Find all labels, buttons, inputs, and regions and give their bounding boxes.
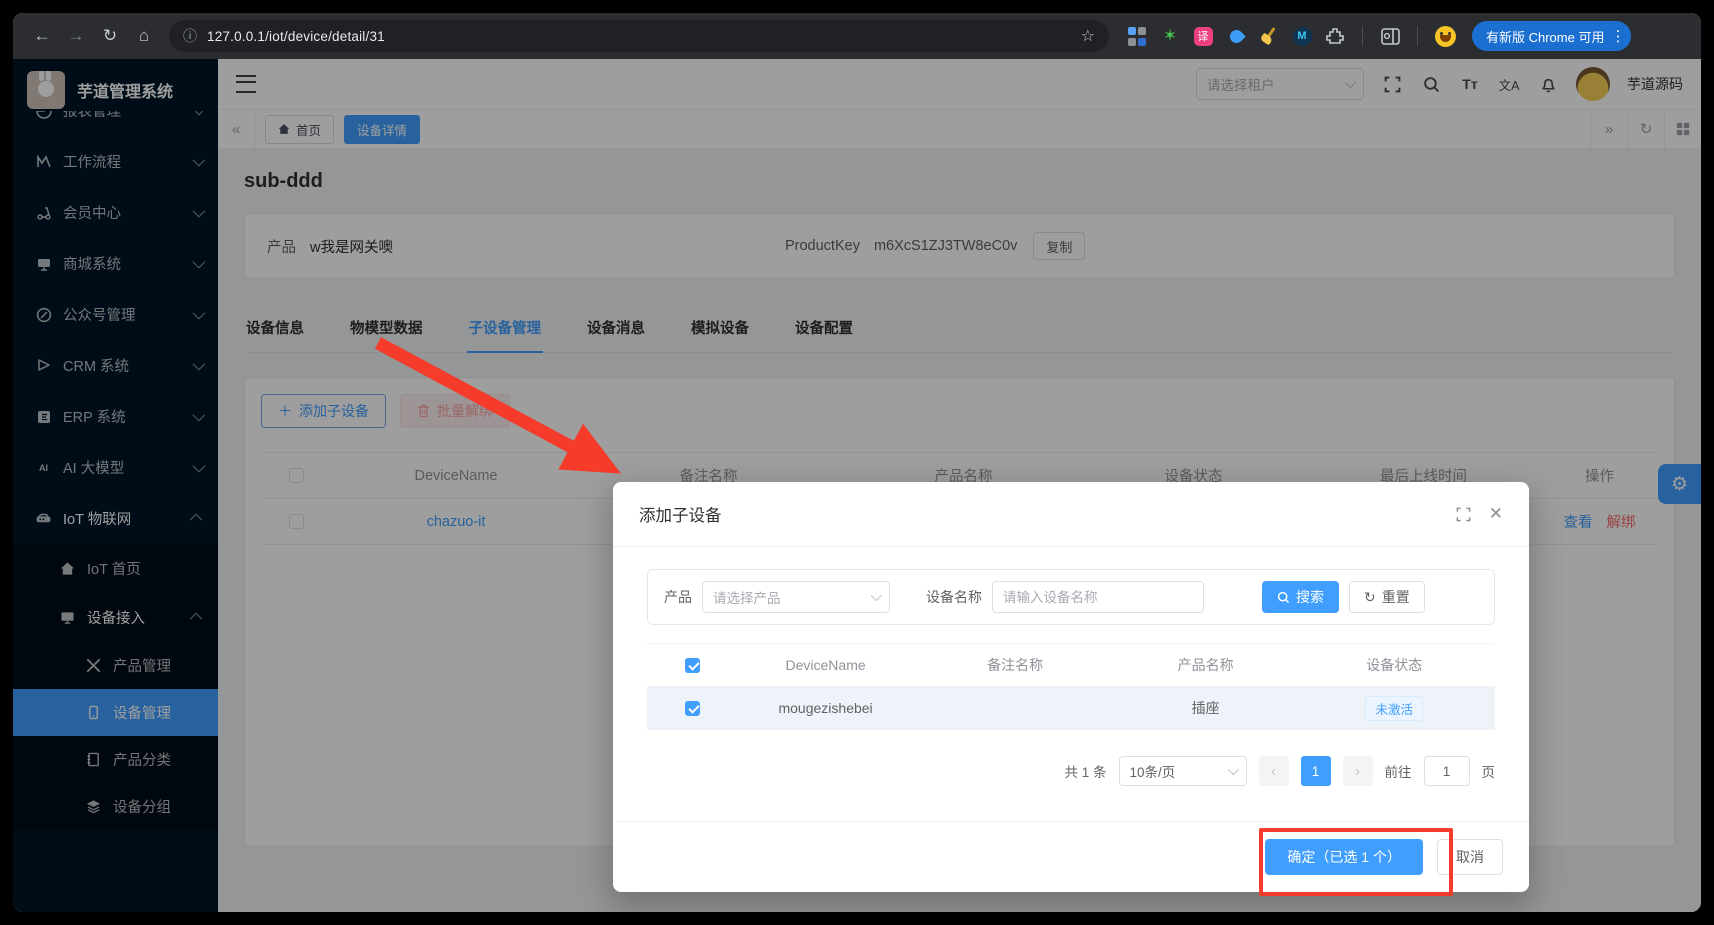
modal-table-row: mougezishebei 插座 未激活 [647,687,1495,730]
page-size-value: 10条/页 [1130,761,1176,781]
reload-icon[interactable]: ↻ [95,21,125,51]
product-cell: 插座 [1118,698,1294,718]
bookmark-star-icon[interactable]: ☆ [1081,26,1095,46]
page-unit-label: 页 [1482,761,1496,781]
search-button[interactable]: 搜索 [1262,581,1339,613]
status-badge: 未激活 [1365,696,1423,721]
search-icon [1277,591,1290,604]
product-filter-label: 产品 [664,587,692,607]
drop-extension-icon[interactable] [1227,27,1245,45]
column-header: 备注名称 [912,655,1118,675]
modal-header: 添加子设备 ✕ [613,482,1529,547]
column-header: 产品名称 [1118,655,1294,675]
divider [1417,26,1418,46]
broom-extension-icon[interactable] [1260,27,1278,45]
page-size-select[interactable]: 10条/页 [1119,756,1247,786]
m-extension-icon[interactable]: M [1293,27,1312,46]
back-icon[interactable]: ← [27,21,57,51]
prev-page-button[interactable]: ‹ [1259,756,1289,786]
extensions-puzzle-icon[interactable] [1325,26,1345,46]
device-name-cell: mougezishebei [739,700,913,716]
site-info-icon[interactable]: ⓘ [183,26,197,46]
home-icon[interactable]: ⌂ [129,21,159,51]
chevron-down-icon [1227,764,1238,775]
browser-toolbar: ← → ↻ ⌂ ⓘ 127.0.0.1/iot/device/detail/31… [13,13,1701,59]
browser-window: ← → ↻ ⌂ ⓘ 127.0.0.1/iot/device/detail/31… [13,13,1701,912]
total-count: 共 1 条 [1064,761,1106,781]
translate-extension-icon[interactable]: 译 [1194,27,1213,46]
profile-smiley-icon[interactable] [1435,26,1456,47]
button-label: 搜索 [1296,587,1324,607]
chrome-update-button[interactable]: 有新版 Chrome 可用 ⋮ [1472,21,1631,51]
modal-table: DeviceName 备注名称 产品名称 设备状态 mougezishebei … [647,643,1495,730]
browser-menu-icon[interactable]: ⋮ [1610,27,1625,45]
extension-row: ✶ 译 M [1127,26,1456,47]
row-checkbox[interactable] [685,701,700,716]
goto-label: 前往 [1385,761,1412,781]
reset-button[interactable]: ↻ 重置 [1349,581,1425,613]
divider [1362,26,1363,46]
button-label: 重置 [1382,587,1410,607]
column-header: 设备状态 [1293,655,1495,675]
current-page[interactable]: 1 [1301,756,1331,786]
side-panel-search-icon[interactable] [1380,26,1400,46]
device-name-filter-label: 设备名称 [926,587,982,607]
modal-fullscreen-icon[interactable] [1456,507,1471,522]
star-extension-icon[interactable]: ✶ [1160,26,1180,46]
screen: ← → ↻ ⌂ ⓘ 127.0.0.1/iot/device/detail/31… [0,0,1714,925]
modal-close-icon[interactable]: ✕ [1489,504,1503,524]
refresh-icon: ↻ [1364,589,1376,606]
product-select[interactable]: 请选择产品 [702,581,890,613]
pagination: 共 1 条 10条/页 ‹ 1 › 前往 页 [647,756,1495,786]
annotation-rectangle [1259,828,1453,896]
product-select-placeholder: 请选择产品 [713,587,781,607]
forward-icon[interactable]: → [61,21,91,51]
chevron-down-icon [871,590,882,601]
address-bar[interactable]: ⓘ 127.0.0.1/iot/device/detail/31 ☆ [169,20,1109,52]
grid-extension-icon[interactable] [1127,26,1147,46]
column-header: DeviceName [739,657,913,673]
url-text[interactable]: 127.0.0.1/iot/device/detail/31 [207,29,385,44]
goto-page-input[interactable] [1424,756,1470,786]
modal-search-form: 产品 请选择产品 设备名称 搜索 ↻ 重置 [647,569,1495,625]
device-name-input[interactable] [992,581,1204,613]
select-all-checkbox[interactable] [685,658,700,673]
chrome-update-label: 有新版 Chrome 可用 [1486,27,1604,46]
modal-title: 添加子设备 [639,502,722,526]
modal-table-header-row: DeviceName 备注名称 产品名称 设备状态 [647,643,1495,687]
next-page-button[interactable]: › [1343,756,1373,786]
